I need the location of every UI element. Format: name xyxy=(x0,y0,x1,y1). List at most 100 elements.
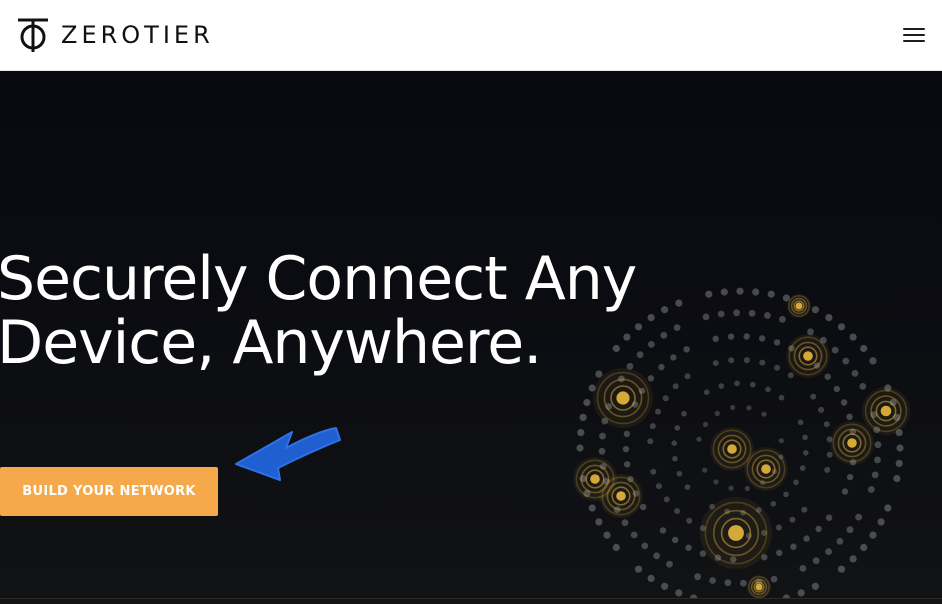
globe-dot xyxy=(577,429,585,437)
globe-dot xyxy=(764,312,771,319)
network-node xyxy=(593,368,653,428)
globe-dot xyxy=(576,444,584,452)
network-node xyxy=(830,421,874,465)
globe-dot xyxy=(703,389,710,395)
globe-dot xyxy=(803,535,810,542)
globe-dot xyxy=(761,411,767,417)
globe-dot xyxy=(696,436,702,442)
globe-dot xyxy=(624,461,631,468)
globe-dot xyxy=(702,421,709,428)
globe-dot xyxy=(717,310,725,318)
globe-dot xyxy=(734,380,740,387)
globe-dot xyxy=(649,423,656,430)
globe-dot xyxy=(718,383,725,389)
globe-dot xyxy=(851,369,859,377)
globe-dot xyxy=(811,582,819,590)
globe-dot xyxy=(802,434,808,441)
globe-dot xyxy=(736,287,744,295)
globe-dot xyxy=(793,479,799,486)
globe-dot xyxy=(603,531,611,539)
globe-dot xyxy=(634,565,643,573)
globe-dot xyxy=(650,468,657,475)
globe-dot xyxy=(783,491,789,498)
globe-dot xyxy=(675,589,683,597)
network-node xyxy=(747,575,771,598)
globe-dot xyxy=(859,383,867,390)
globe-dot xyxy=(896,444,904,452)
globe-dot xyxy=(849,333,857,341)
globe-dot xyxy=(770,575,778,583)
globe-dot xyxy=(823,421,830,428)
globe-dot xyxy=(690,594,698,598)
globe-dot xyxy=(789,516,796,523)
globe-dot xyxy=(842,357,850,365)
globe-dot xyxy=(799,565,807,572)
headline-line-1: Securely Connect Any xyxy=(0,244,637,314)
globe-dot xyxy=(621,519,629,527)
globe-dot xyxy=(623,430,631,438)
menu-bar-top xyxy=(903,28,925,30)
network-node xyxy=(786,334,830,378)
network-node xyxy=(787,294,811,318)
globe-dot xyxy=(867,486,875,493)
globe-dot xyxy=(647,438,654,445)
globe-dot xyxy=(758,335,766,342)
globe-dot xyxy=(728,485,734,491)
hero-headline: Securely Connect Any Device, Anywhere. xyxy=(0,244,637,378)
globe-dot xyxy=(595,518,603,526)
globe-dot xyxy=(583,398,591,407)
globe-dot xyxy=(588,504,596,512)
globe-dot xyxy=(661,306,669,314)
globe-dot xyxy=(825,514,833,521)
globe-dot xyxy=(871,471,879,479)
globe-dot xyxy=(750,381,756,388)
page: ZEROTIER Securely Connect Any Device, An… xyxy=(0,0,942,604)
globe-dot xyxy=(674,425,681,431)
globe-dot xyxy=(810,393,817,400)
globe-dot xyxy=(662,395,669,402)
globe-dot xyxy=(778,394,785,401)
globe-dot xyxy=(647,574,655,582)
globe-dot xyxy=(884,504,892,512)
globe-dot xyxy=(676,470,683,477)
globe-dot xyxy=(672,383,679,390)
globe-dot xyxy=(860,344,868,353)
globe-dot xyxy=(724,579,732,587)
hamburger-menu-icon[interactable] xyxy=(903,26,925,44)
globe-dot xyxy=(774,364,781,371)
globe-dot xyxy=(846,413,853,420)
globe-dot xyxy=(655,483,662,490)
globe-dot xyxy=(671,440,677,446)
globe-dot xyxy=(641,542,649,550)
globe-dot xyxy=(759,359,766,366)
globe-dot xyxy=(811,306,819,314)
globe-dot xyxy=(599,432,606,440)
globe-dot xyxy=(712,360,719,367)
globe-dot xyxy=(831,346,839,354)
brand-logo[interactable]: ZEROTIER xyxy=(17,17,214,53)
headline-line-2: Device, Anywhere. xyxy=(0,308,542,378)
globe-dot xyxy=(752,288,760,296)
globe-dot xyxy=(779,315,786,323)
globe-dot xyxy=(833,385,840,393)
globe-dot xyxy=(812,557,820,565)
globe-dot xyxy=(675,299,683,307)
globe-dot xyxy=(647,314,655,322)
zerotier-logo-icon xyxy=(18,18,48,52)
globe-dot xyxy=(702,467,708,473)
blue-arrow-icon xyxy=(235,427,341,481)
globe-dot xyxy=(660,331,668,339)
globe-dot xyxy=(837,565,846,573)
globe-dot xyxy=(801,506,808,513)
globe-dot xyxy=(733,309,740,317)
globe-dot xyxy=(672,536,679,544)
globe-dot xyxy=(787,372,794,379)
globe-dot xyxy=(658,363,665,371)
globe-dot xyxy=(663,496,670,503)
globe-dot xyxy=(743,333,750,340)
globe-dot xyxy=(727,333,735,340)
globe-dot xyxy=(893,475,901,483)
build-your-network-button[interactable]: BUILD YOUR NETWORK xyxy=(0,467,218,516)
globe-dot xyxy=(653,552,660,560)
globe-dot xyxy=(773,339,781,346)
